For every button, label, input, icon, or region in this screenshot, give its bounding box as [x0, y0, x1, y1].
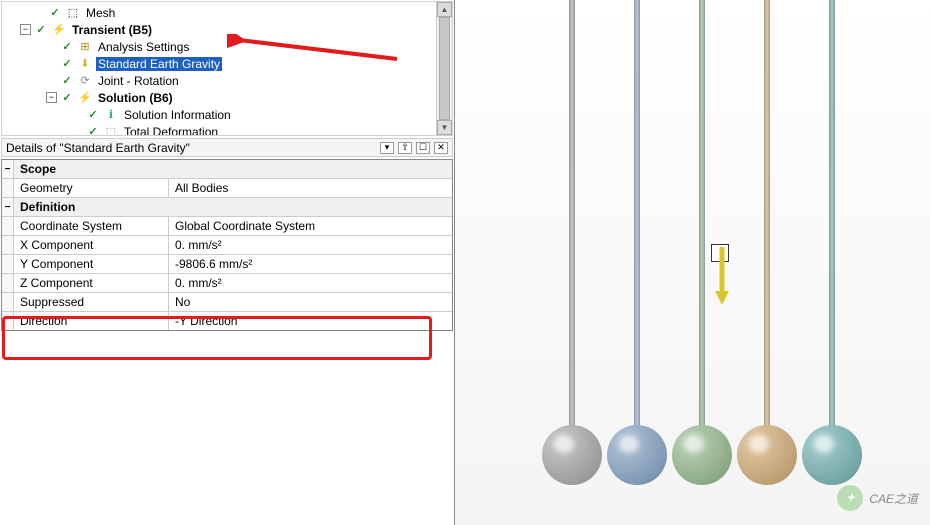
check-icon: ✓ [86, 108, 100, 122]
tree-node-analysis[interactable]: ✓ ⊞ Analysis Settings [2, 38, 452, 55]
watermark: ✦ CAE之道 [837, 485, 918, 511]
check-icon: ✓ [34, 23, 48, 37]
tree-label: Solution (B6) [96, 91, 175, 105]
category-label: Scope [14, 160, 452, 178]
category-label: Definition [14, 198, 452, 216]
collapse-toggle[interactable]: − [20, 24, 31, 35]
tree-node-solution[interactable]: −✓ ⚡ Solution (B6) [2, 89, 452, 106]
scroll-thumb[interactable] [439, 17, 450, 120]
tree-node-transient[interactable]: −✓ ⚡ Transient (B5) [2, 21, 452, 38]
collapse-toggle[interactable]: − [2, 160, 14, 178]
solution-icon: ⚡ [78, 91, 92, 105]
tree-label-selected: Standard Earth Gravity [96, 57, 222, 71]
tree-node-totdef[interactable]: ✓ ⬚ Total Deformation [2, 123, 452, 136]
pendulum-ball [802, 425, 862, 485]
mesh-icon: ⬚ [66, 6, 80, 20]
dropdown-icon[interactable]: ▾ [380, 142, 394, 154]
tree-scrollbar[interactable]: ▲ ▼ [436, 2, 452, 135]
prop-value[interactable]: Global Coordinate System [169, 217, 452, 235]
check-icon: ✓ [60, 91, 74, 105]
category-scope[interactable]: −Scope [2, 160, 452, 179]
prop-value[interactable]: All Bodies [169, 179, 452, 197]
gravity-icon: ⬇ [78, 57, 92, 71]
prop-value[interactable]: -Y Direction [169, 312, 452, 330]
prop-value[interactable]: 0. mm/s² [169, 274, 452, 292]
prop-label: Y Component [14, 255, 169, 273]
tree-label: Analysis Settings [96, 40, 191, 54]
prop-label: Z Component [14, 274, 169, 292]
settings-icon: ⊞ [78, 40, 92, 54]
prop-label: Direction [14, 312, 169, 330]
pendulum-rod [829, 0, 835, 445]
info-icon: ℹ [104, 108, 118, 122]
tree-label: Transient (B5) [70, 23, 154, 37]
check-icon: ✓ [60, 40, 74, 54]
pendulum-ball [542, 425, 602, 485]
collapse-toggle[interactable]: − [2, 198, 14, 216]
prop-value[interactable]: 0. mm/s² [169, 236, 452, 254]
tree-node-solinfo[interactable]: ✓ ℹ Solution Information [2, 106, 452, 123]
prop-label: X Component [14, 236, 169, 254]
scroll-up-button[interactable]: ▲ [437, 2, 452, 17]
prop-value[interactable]: No [169, 293, 452, 311]
tree-label: Mesh [84, 6, 117, 20]
pin-icon[interactable]: ⇧ [398, 142, 412, 154]
watermark-text: CAE之道 [869, 490, 918, 507]
pendulum-rod [764, 0, 770, 445]
details-header: Details of "Standard Earth Gravity" ▾ ⇧ … [1, 138, 453, 157]
prop-label: Geometry [14, 179, 169, 197]
prop-xcomp[interactable]: X Component0. mm/s² [2, 236, 452, 255]
viewport-3d[interactable]: ✦ CAE之道 [455, 0, 930, 525]
tree-node-joint[interactable]: ✓ ⟳ Joint - Rotation [2, 72, 452, 89]
scroll-down-button[interactable]: ▼ [437, 120, 452, 135]
pendulum-ball [737, 425, 797, 485]
details-title: Details of "Standard Earth Gravity" [6, 141, 380, 155]
prop-ycomp[interactable]: Y Component-9806.6 mm/s² [2, 255, 452, 274]
prop-label: Coordinate System [14, 217, 169, 235]
pendulum-ball [672, 425, 732, 485]
tree-label: Joint - Rotation [96, 74, 181, 88]
pendulum-rod [699, 0, 705, 445]
joint-icon: ⟳ [78, 74, 92, 88]
tree-label: Total Deformation [122, 125, 220, 137]
prop-zcomp[interactable]: Z Component0. mm/s² [2, 274, 452, 293]
collapse-toggle[interactable]: − [46, 92, 57, 103]
pendulum-rod [569, 0, 575, 445]
close-icon[interactable]: ✕ [434, 142, 448, 154]
pendulum-ball [607, 425, 667, 485]
deformation-icon: ⬚ [104, 125, 118, 137]
prop-csys[interactable]: Coordinate SystemGlobal Coordinate Syste… [2, 217, 452, 236]
prop-label: Suppressed [14, 293, 169, 311]
maximize-icon[interactable]: ☐ [416, 142, 430, 154]
check-icon: ✓ [60, 57, 74, 71]
tree-node-gravity[interactable]: ✓ ⬇ Standard Earth Gravity [2, 55, 452, 72]
prop-direction[interactable]: Direction-Y Direction [2, 312, 452, 330]
check-icon: ✓ [48, 6, 62, 20]
prop-suppressed[interactable]: SuppressedNo [2, 293, 452, 312]
check-icon: ✓ [60, 74, 74, 88]
prop-value[interactable]: -9806.6 mm/s² [169, 255, 452, 273]
check-icon: ✓ [86, 125, 100, 137]
prop-geometry[interactable]: GeometryAll Bodies [2, 179, 452, 198]
category-definition[interactable]: −Definition [2, 198, 452, 217]
tree-label: Solution Information [122, 108, 233, 122]
details-grid[interactable]: −Scope GeometryAll Bodies −Definition Co… [1, 159, 453, 331]
gravity-arrow-icon [713, 247, 733, 307]
pendulum-rod [634, 0, 640, 445]
tree-node-mesh[interactable]: ✓ ⬚ Mesh [2, 4, 452, 21]
transient-icon: ⚡ [52, 23, 66, 37]
outline-tree[interactable]: ✓⬚Mesh −✓⚡Transient (B5) ✓⊞Analysis Sett… [1, 1, 453, 136]
wechat-icon: ✦ [837, 485, 863, 511]
